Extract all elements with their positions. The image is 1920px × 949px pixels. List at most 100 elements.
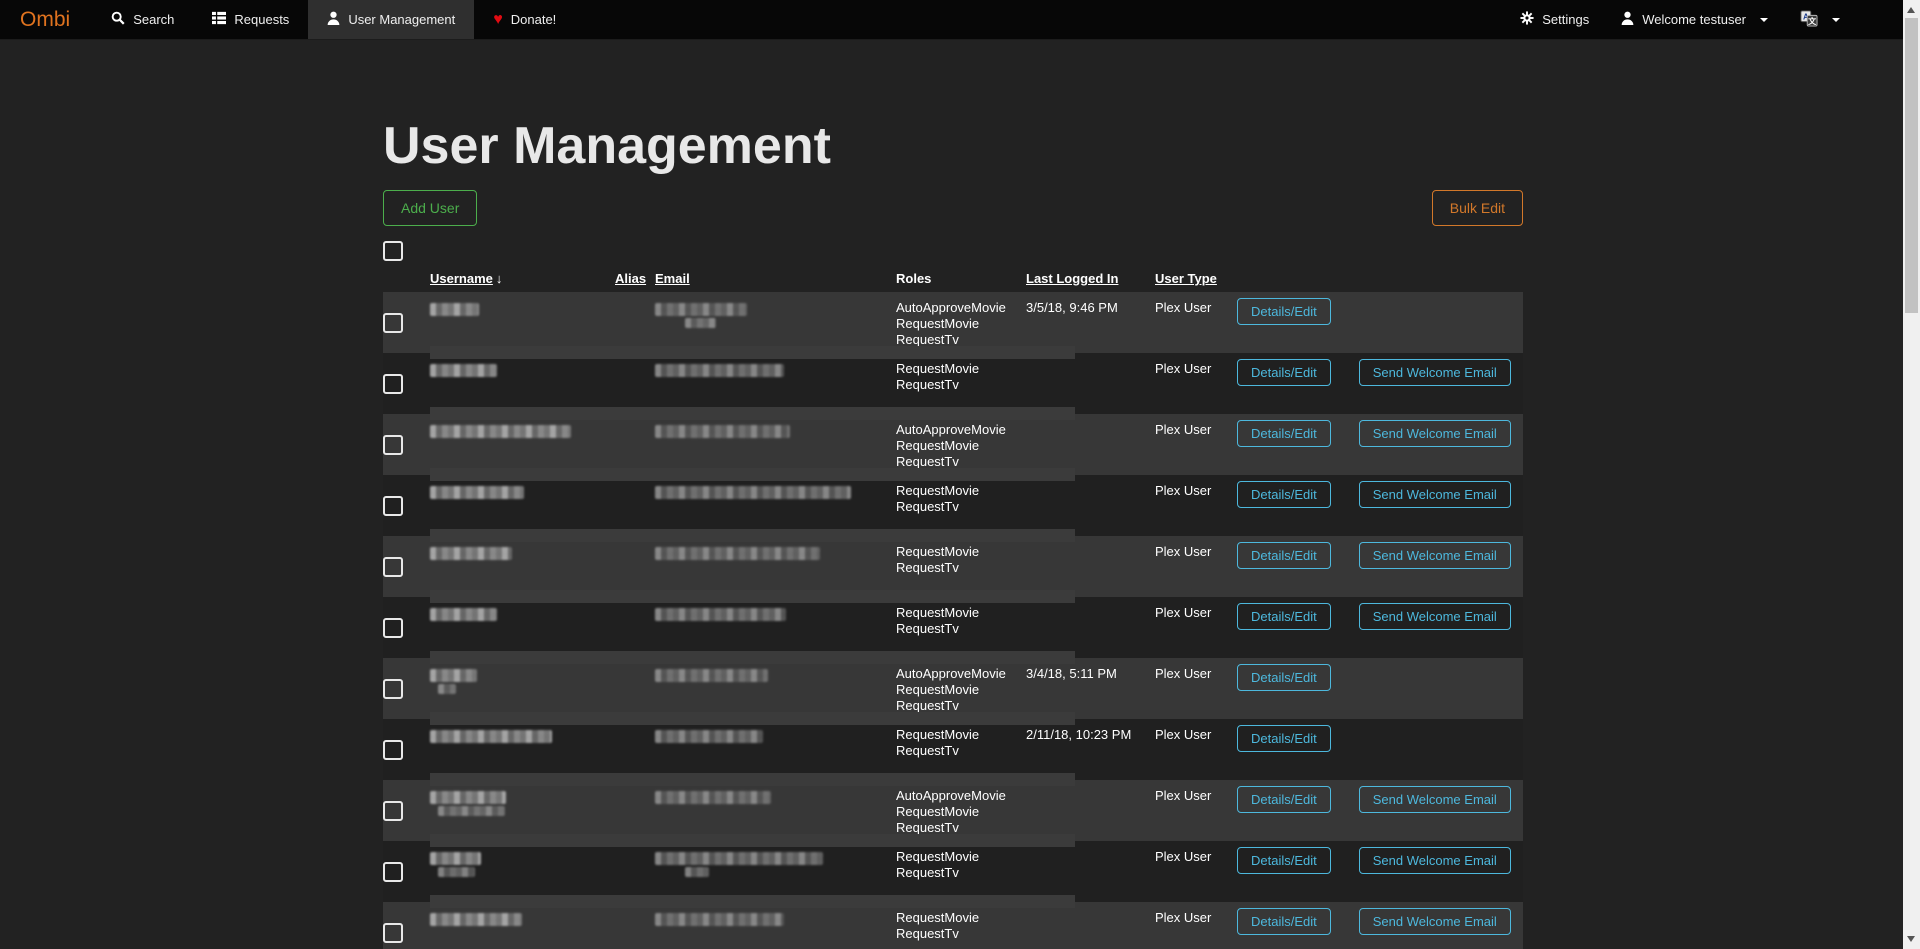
details-edit-button[interactable]: Details/Edit bbox=[1237, 908, 1331, 935]
welcome-user-label: Welcome testuser bbox=[1642, 12, 1746, 27]
add-user-button[interactable]: Add User bbox=[383, 190, 477, 226]
username-redacted-line2 bbox=[438, 684, 456, 694]
nav-tab-requests[interactable]: Requests bbox=[193, 0, 308, 39]
scrollbar-thumb[interactable] bbox=[1905, 18, 1918, 313]
nav-tab-donate[interactable]: ♥ Donate! bbox=[474, 0, 575, 39]
roles-cell: RequestMovieRequestTv bbox=[896, 719, 1026, 780]
header-user-type: User Type bbox=[1155, 271, 1237, 292]
email-cell bbox=[655, 902, 896, 949]
redaction-band bbox=[430, 651, 1075, 664]
details-edit-button[interactable]: Details/Edit bbox=[1237, 298, 1331, 325]
alias-cell bbox=[615, 658, 655, 719]
send-welcome-email-button[interactable]: Send Welcome Email bbox=[1359, 786, 1511, 813]
details-edit-button[interactable]: Details/Edit bbox=[1237, 664, 1331, 691]
settings-menu[interactable]: Settings bbox=[1506, 11, 1603, 28]
send-welcome-email-button[interactable]: Send Welcome Email bbox=[1359, 420, 1511, 447]
role-label: AutoApproveMovie bbox=[896, 422, 1026, 438]
row-checkbox[interactable] bbox=[383, 435, 403, 455]
alias-cell bbox=[615, 597, 655, 658]
send-welcome-email-button[interactable]: Send Welcome Email bbox=[1359, 908, 1511, 935]
redaction-band bbox=[430, 346, 1075, 359]
row-checkbox[interactable] bbox=[383, 313, 403, 333]
bulk-edit-button[interactable]: Bulk Edit bbox=[1432, 190, 1523, 226]
details-edit-button[interactable]: Details/Edit bbox=[1237, 847, 1331, 874]
header-checkbox-spacer bbox=[383, 271, 430, 292]
last-logged-in-cell bbox=[1026, 780, 1155, 841]
actions-cell: Details/Edit bbox=[1237, 658, 1523, 719]
email-redacted bbox=[655, 547, 820, 560]
sort-email-link[interactable]: Email bbox=[655, 271, 690, 286]
email-redacted bbox=[655, 364, 784, 377]
ombi-logo[interactable]: Ombi bbox=[0, 0, 92, 39]
row-checkbox[interactable] bbox=[383, 679, 403, 699]
username-cell bbox=[430, 841, 615, 902]
row-checkbox[interactable] bbox=[383, 740, 403, 760]
redaction-band bbox=[430, 712, 1075, 725]
alias-cell bbox=[615, 353, 655, 414]
row-checkbox[interactable] bbox=[383, 801, 403, 821]
scroll-up-icon[interactable] bbox=[1907, 7, 1915, 13]
table-row: RequestMovieRequestTv Plex User Details/… bbox=[383, 597, 1523, 658]
row-checkbox[interactable] bbox=[383, 374, 403, 394]
nav-tab-label: Donate! bbox=[511, 12, 557, 27]
details-edit-button[interactable]: Details/Edit bbox=[1237, 359, 1331, 386]
row-checkbox[interactable] bbox=[383, 557, 403, 577]
user-type-cell: Plex User bbox=[1155, 780, 1237, 841]
row-checkbox[interactable] bbox=[383, 496, 403, 516]
table-row: RequestMovieRequestTv Plex User Details/… bbox=[383, 902, 1523, 949]
table-row: AutoApproveMovieRequestMovieRequestTv 3/… bbox=[383, 292, 1523, 353]
email-redacted bbox=[655, 608, 786, 621]
roles-cell: RequestMovieRequestTv bbox=[896, 597, 1026, 658]
username-cell bbox=[430, 902, 615, 949]
user-icon bbox=[327, 11, 340, 28]
actions-cell: Details/Edit Send Welcome Email bbox=[1237, 780, 1523, 841]
sort-alias-link[interactable]: Alias bbox=[615, 271, 646, 286]
nav-tab-search[interactable]: Search bbox=[92, 0, 193, 39]
alias-cell bbox=[615, 902, 655, 949]
scroll-down-icon[interactable] bbox=[1907, 936, 1915, 942]
username-redacted-line2 bbox=[438, 806, 505, 816]
header-alias: Alias bbox=[615, 271, 655, 292]
details-edit-button[interactable]: Details/Edit bbox=[1237, 725, 1331, 752]
send-welcome-email-button[interactable]: Send Welcome Email bbox=[1359, 359, 1511, 386]
username-cell bbox=[430, 292, 615, 353]
role-label: RequestMovie bbox=[896, 361, 1026, 377]
sort-last-logged-in-link[interactable]: Last Logged In bbox=[1026, 271, 1118, 286]
nav-tab-label: User Management bbox=[348, 12, 455, 27]
actions-cell: Details/Edit bbox=[1237, 719, 1523, 780]
row-checkbox[interactable] bbox=[383, 923, 403, 943]
user-menu[interactable]: Welcome testuser bbox=[1607, 11, 1782, 28]
role-label: RequestTv bbox=[896, 621, 1026, 637]
nav-tab-user-management[interactable]: User Management bbox=[308, 0, 474, 39]
sort-username-link[interactable]: Username bbox=[430, 271, 493, 286]
user-type-cell: Plex User bbox=[1155, 414, 1237, 475]
language-icon: A 文 bbox=[1800, 10, 1818, 30]
row-checkbox[interactable] bbox=[383, 618, 403, 638]
vertical-scrollbar[interactable] bbox=[1903, 0, 1920, 949]
page-title: User Management bbox=[383, 116, 1523, 176]
username-redacted bbox=[430, 364, 497, 377]
header-roles: Roles bbox=[896, 271, 1026, 292]
send-welcome-email-button[interactable]: Send Welcome Email bbox=[1359, 481, 1511, 508]
send-welcome-email-button[interactable]: Send Welcome Email bbox=[1359, 847, 1511, 874]
send-welcome-email-button[interactable]: Send Welcome Email bbox=[1359, 542, 1511, 569]
username-cell bbox=[430, 658, 615, 719]
send-welcome-email-button[interactable]: Send Welcome Email bbox=[1359, 603, 1511, 630]
actions-cell: Details/Edit bbox=[1237, 292, 1523, 353]
details-edit-button[interactable]: Details/Edit bbox=[1237, 481, 1331, 508]
details-edit-button[interactable]: Details/Edit bbox=[1237, 603, 1331, 630]
select-all-checkbox[interactable] bbox=[383, 241, 403, 261]
row-checkbox[interactable] bbox=[383, 862, 403, 882]
language-menu[interactable]: A 文 bbox=[1786, 10, 1854, 30]
details-edit-button[interactable]: Details/Edit bbox=[1237, 542, 1331, 569]
username-cell bbox=[430, 719, 615, 780]
details-edit-button[interactable]: Details/Edit bbox=[1237, 420, 1331, 447]
sort-user-type-link[interactable]: User Type bbox=[1155, 271, 1217, 286]
roles-cell: AutoApproveMovieRequestMovieRequestTv bbox=[896, 780, 1026, 841]
role-label: RequestTv bbox=[896, 926, 1026, 942]
email-redacted bbox=[655, 852, 823, 865]
redaction-band bbox=[430, 773, 1075, 786]
role-label: AutoApproveMovie bbox=[896, 666, 1026, 682]
details-edit-button[interactable]: Details/Edit bbox=[1237, 786, 1331, 813]
chevron-down-icon bbox=[1760, 18, 1768, 22]
